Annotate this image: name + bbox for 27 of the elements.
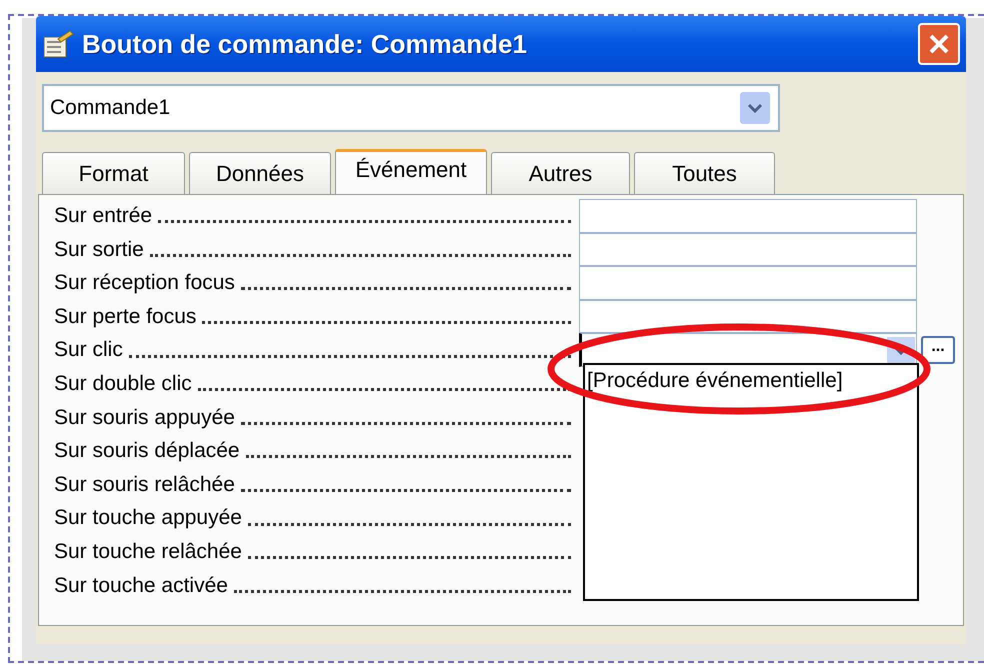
property-field[interactable] — [579, 232, 917, 266]
close-button[interactable] — [918, 23, 960, 65]
property-label: Sur perte focus — [54, 304, 196, 330]
properties-icon — [42, 29, 74, 59]
tab[interactable]: Autres — [491, 152, 630, 194]
property-label: Sur souris appuyée — [54, 404, 235, 431]
property-label: Sur touche relâchée — [54, 538, 242, 565]
property-label: Sur touche appuyée — [54, 505, 242, 532]
property-label: Sur clic — [54, 337, 123, 364]
property-field[interactable] — [579, 199, 917, 233]
property-label: Sur entrée — [54, 203, 152, 230]
property-label: Sur souris déplacée — [54, 438, 240, 464]
selector-value: Commande1 — [50, 95, 172, 122]
property-label: Sur touche activée — [54, 572, 228, 599]
window-title: Bouton de commande: Commande1 — [82, 28, 528, 60]
property-label: Sur double clic — [54, 371, 192, 398]
property-field[interactable] — [579, 266, 917, 300]
object-selector[interactable]: Commande1 — [42, 84, 780, 132]
builder-button[interactable]: ... — [921, 336, 955, 364]
tab[interactable]: Données — [189, 152, 331, 194]
property-label: Sur réception focus — [54, 270, 235, 296]
property-label: Sur sortie — [54, 236, 144, 263]
tab[interactable]: Événement — [335, 149, 487, 195]
property-label: Sur souris relâchée — [54, 472, 235, 498]
tab[interactable]: Format — [42, 152, 185, 194]
close-icon — [928, 33, 950, 55]
tab[interactable]: Toutes — [634, 152, 775, 194]
